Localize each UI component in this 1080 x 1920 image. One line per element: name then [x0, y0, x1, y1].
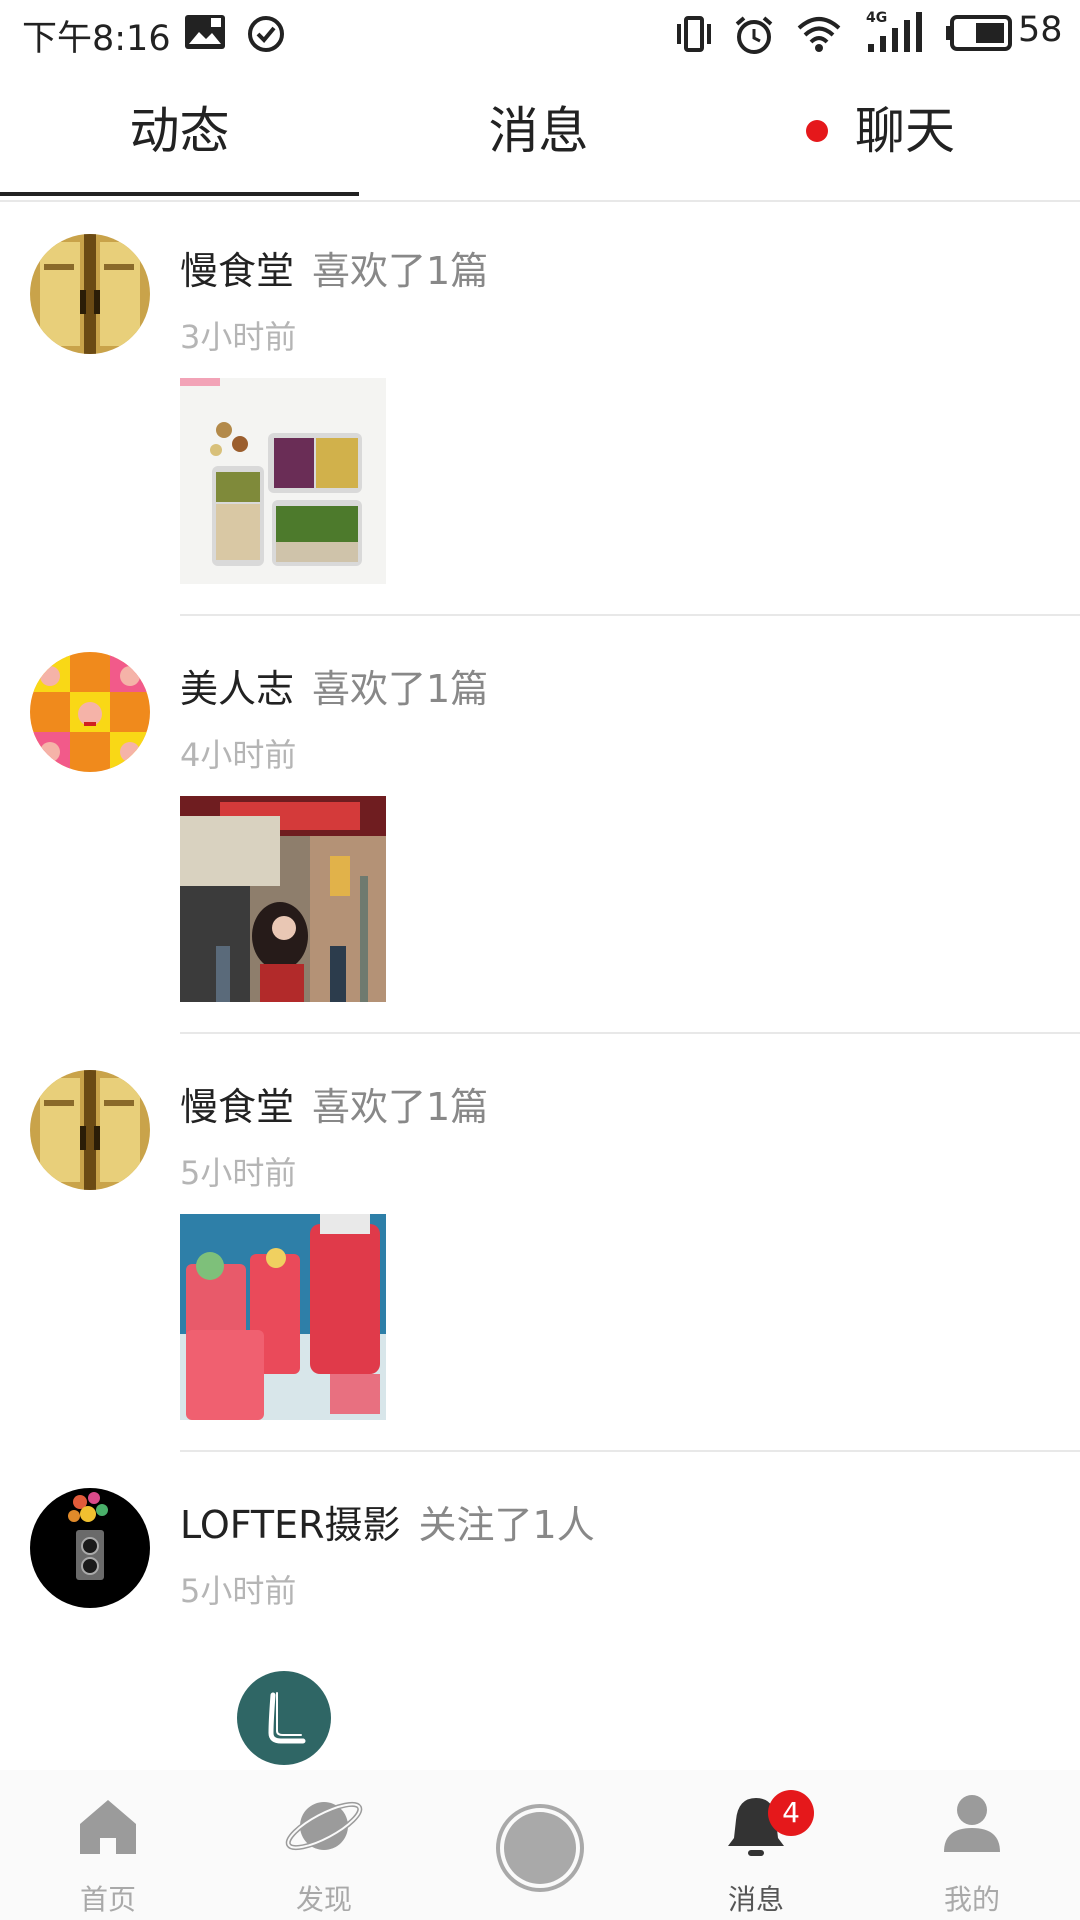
nav-camera[interactable]	[432, 1770, 648, 1920]
tab-messages[interactable]: 消息	[359, 96, 718, 176]
post-thumbnail[interactable]	[180, 1214, 386, 1420]
nav-profile[interactable]: 我的	[864, 1770, 1080, 1920]
timestamp: 5小时前	[180, 1572, 297, 1610]
tab-label: 动态	[129, 102, 230, 160]
wifi-icon	[796, 14, 842, 58]
battery-icon	[946, 15, 1012, 55]
unread-badge: 4	[768, 1790, 814, 1836]
user-icon	[944, 1795, 1000, 1852]
divider	[180, 614, 1080, 616]
feed-username[interactable]: 慢食堂 喜欢了1篇	[180, 240, 488, 295]
tab-label: 聊天	[855, 102, 955, 160]
planet-icon	[285, 1801, 363, 1851]
feed-username[interactable]: 慢食堂 喜欢了1篇	[180, 1076, 488, 1131]
action-text: 喜欢了1篇	[312, 1085, 489, 1129]
home-icon	[80, 1800, 136, 1854]
feed-username[interactable]: LOFTER摄影 关注了1人	[180, 1494, 595, 1549]
check-circle-icon	[246, 14, 286, 58]
vibrate-icon	[674, 14, 714, 58]
action-text: 喜欢了1篇	[312, 667, 489, 711]
divider	[180, 1032, 1080, 1034]
image-icon	[184, 14, 226, 54]
feed-item[interactable]: 美人志 喜欢了1篇 4小时前	[0, 650, 1080, 1034]
lofter-logo-icon	[268, 1692, 306, 1744]
active-tab-indicator	[0, 192, 359, 196]
status-bar: 下午8:16 4G 58	[0, 0, 1080, 66]
divider	[180, 1450, 1080, 1452]
nav-label: 首页	[79, 1883, 136, 1916]
nav-home[interactable]: 首页	[0, 1770, 216, 1920]
unread-dot	[806, 120, 828, 142]
timestamp: 5小时前	[180, 1154, 297, 1192]
bottom-navigation: 首页 发现 4 消息 我的	[0, 1770, 1080, 1920]
user-name[interactable]: 美人志	[180, 667, 294, 711]
feed-username[interactable]: 美人志 喜欢了1篇	[180, 658, 488, 713]
nav-label: 发现	[295, 1883, 352, 1916]
timestamp: 3小时前	[180, 318, 297, 356]
tab-dynamics[interactable]: 动态	[0, 96, 359, 176]
avatar[interactable]	[30, 1488, 150, 1608]
top-tabs: 动态 消息 聊天	[0, 66, 1080, 202]
feed-item[interactable]: 慢食堂 喜欢了1篇 3小时前	[0, 232, 1080, 616]
battery-level: 58	[1018, 10, 1063, 50]
avatar[interactable]	[30, 652, 150, 772]
avatar[interactable]	[30, 1070, 150, 1190]
action-text: 喜欢了1篇	[312, 249, 489, 293]
lofter-float-button[interactable]	[237, 1671, 331, 1765]
user-name[interactable]: 慢食堂	[180, 249, 294, 293]
avatar[interactable]	[30, 234, 150, 354]
nav-label: 消息	[727, 1883, 784, 1916]
action-text: 关注了1人	[418, 1503, 595, 1547]
post-thumbnail[interactable]	[180, 378, 386, 584]
status-time: 下午8:16	[22, 19, 171, 59]
user-name[interactable]: LOFTER摄影	[180, 1503, 401, 1547]
nav-label: 我的	[943, 1883, 1000, 1916]
alarm-icon	[733, 14, 775, 60]
timestamp: 4小时前	[180, 736, 297, 774]
tab-label: 消息	[488, 102, 589, 160]
post-thumbnail[interactable]	[180, 796, 386, 1002]
user-name[interactable]: 慢食堂	[180, 1085, 294, 1129]
feed-item[interactable]: LOFTER摄影 关注了1人 5小时前	[0, 1486, 1080, 1636]
camera-button-icon	[496, 1804, 584, 1892]
feed-item[interactable]: 慢食堂 喜欢了1篇 5小时前	[0, 1068, 1080, 1452]
nav-messages[interactable]: 4 消息	[648, 1770, 864, 1920]
tab-chat[interactable]: 聊天	[840, 96, 970, 176]
nav-discover[interactable]: 发现	[216, 1770, 432, 1920]
